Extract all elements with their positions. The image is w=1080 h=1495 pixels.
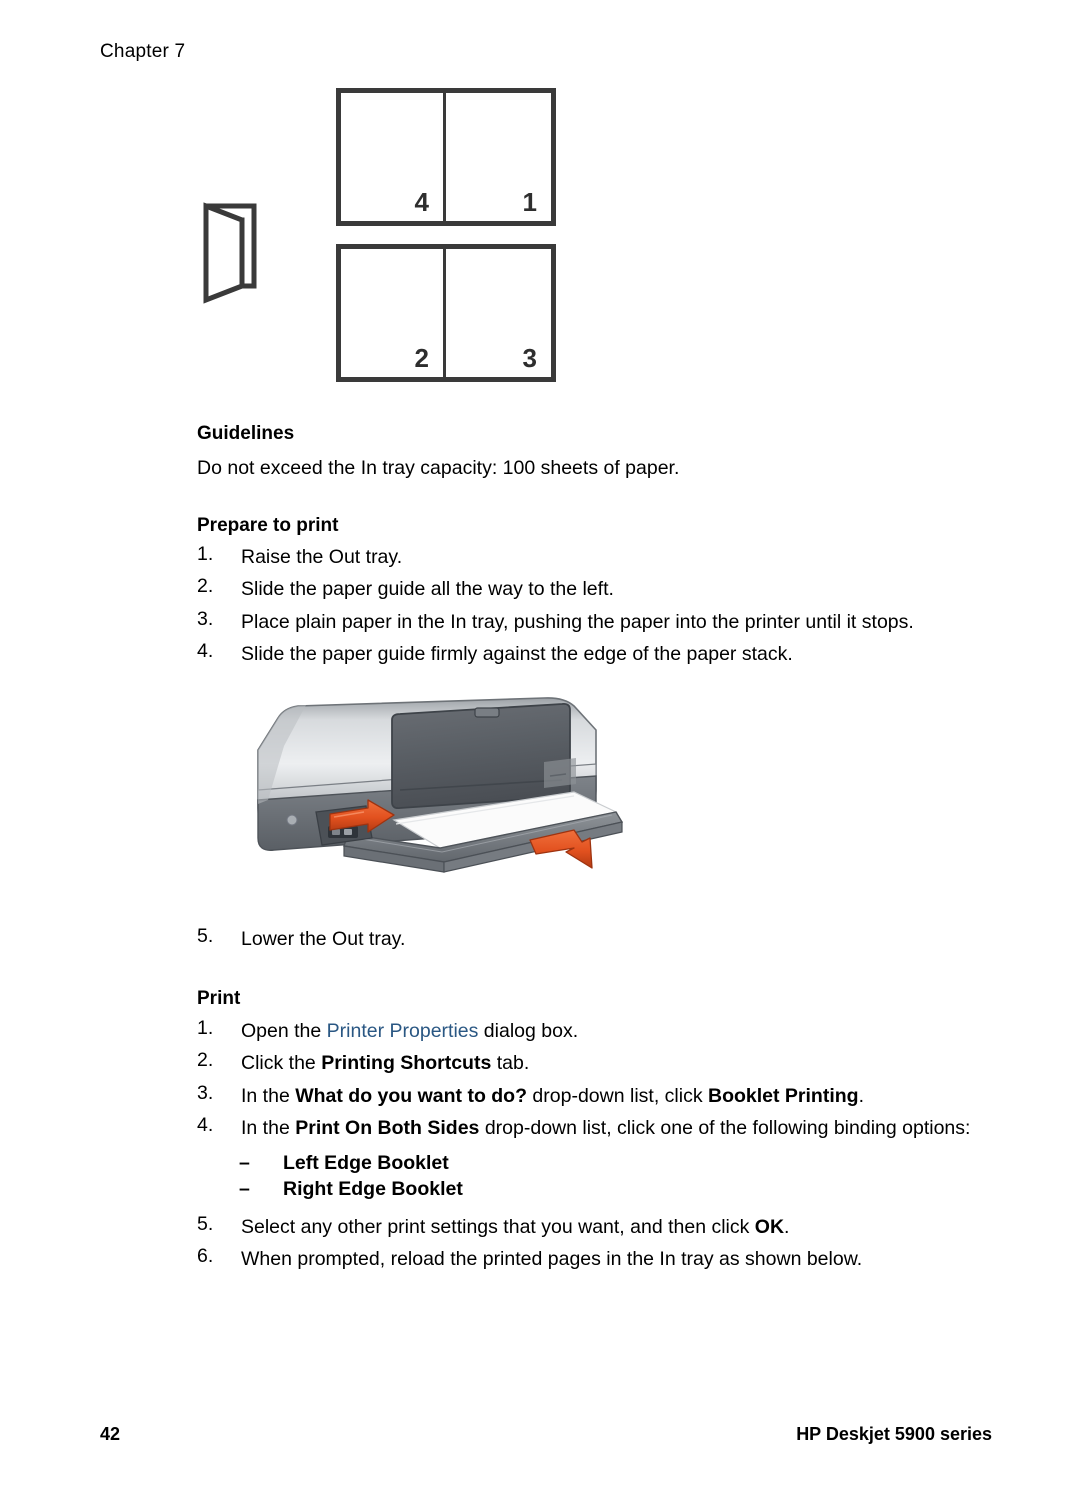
dash-bullet: –	[239, 1152, 250, 1175]
ui-label-what-do-you-want-to-do: What do you want to do?	[295, 1084, 528, 1107]
step-text-prefix: In the	[241, 1116, 296, 1139]
list-item: 5. Select any other print settings that …	[197, 1213, 987, 1241]
page-number-label: 3	[522, 343, 537, 373]
list-item: 6. When prompted, reload the printed pag…	[197, 1245, 987, 1273]
sheet-grid: 4 1 2 3	[336, 88, 556, 382]
footer-product-name: HP Deskjet 5900 series	[796, 1424, 992, 1444]
list-item: 3. In the What do you want to do? drop-d…	[197, 1082, 987, 1110]
ui-label-printing-shortcuts: Printing Shortcuts	[321, 1052, 492, 1075]
step-text: Select any other print settings that you…	[241, 1213, 987, 1241]
list-item: – Right Edge Booklet	[239, 1178, 987, 1201]
step-number: 4.	[197, 1113, 214, 1136]
step-text: Raise the Out tray.	[241, 546, 403, 568]
step-text-suffix: .	[784, 1216, 790, 1239]
dash-bullet: –	[239, 1178, 250, 1201]
page-number-label: 4	[414, 187, 429, 217]
list-item: 2. Click the Printing Shortcuts tab.	[197, 1049, 987, 1077]
binding-option-label: Left Edge Booklet	[283, 1152, 449, 1175]
step-text: Place plain paper in the In tray, pushin…	[241, 610, 914, 633]
chapter-running-head: Chapter 7	[100, 41, 186, 62]
prepare-to-print-heading: Prepare to print	[197, 515, 339, 536]
prepare-to-print-steps: 1. Raise the Out tray. 2. Slide the pape…	[197, 543, 987, 672]
step-text: Click the Printing Shortcuts tab.	[241, 1049, 987, 1077]
step-number: 5.	[197, 925, 214, 947]
binding-options-list: – Left Edge Booklet – Right Edge Booklet	[239, 1152, 987, 1201]
sheet-row: 4 1	[336, 88, 556, 226]
step-number: 3.	[197, 1081, 214, 1104]
printer-properties-link[interactable]: Printer Properties	[327, 1020, 479, 1042]
step-text: Slide the paper guide firmly against the…	[241, 642, 793, 665]
sheet-cell: 4	[341, 93, 446, 221]
list-item: 4. Slide the paper guide firmly against …	[197, 640, 987, 668]
list-item: 1. Open the Printer Properties dialog bo…	[197, 1017, 987, 1045]
list-item: 3. Place plain paper in the In tray, pus…	[197, 608, 987, 636]
step-number: 3.	[197, 607, 214, 630]
guidelines-heading: Guidelines	[197, 423, 295, 444]
step-number: 6.	[197, 1245, 214, 1268]
step-number: 1.	[197, 543, 214, 565]
list-item: 4. In the Print On Both Sides drop-down …	[197, 1114, 987, 1142]
step-text-prefix: In the	[241, 1084, 296, 1107]
step-text-suffix: tab.	[491, 1052, 530, 1075]
step-text-middle: drop-down list, click	[527, 1084, 708, 1107]
booklet-page-order-figure: 4 1 2 3	[196, 88, 566, 388]
step-text-suffix: dialog box.	[478, 1020, 579, 1042]
step-number: 5.	[197, 1213, 214, 1236]
print-heading: Print	[197, 988, 241, 1009]
step-text: In the What do you want to do? drop-down…	[241, 1082, 987, 1110]
page-number-label: 2	[414, 343, 429, 373]
step-text: When prompted, reload the printed pages …	[241, 1248, 863, 1271]
list-item: 1. Raise the Out tray.	[197, 543, 987, 571]
step-text: In the Print On Both Sides drop-down lis…	[241, 1114, 987, 1142]
print-steps: 1. Open the Printer Properties dialog bo…	[197, 1017, 987, 1278]
binding-option-label: Right Edge Booklet	[283, 1178, 463, 1201]
sheet-cell: 2	[341, 249, 446, 377]
guidelines-text: Do not exceed the In tray capacity: 100 …	[197, 457, 680, 479]
ui-label-booklet-printing: Booklet Printing	[708, 1084, 859, 1107]
step-number: 2.	[197, 575, 214, 598]
ui-label-ok: OK	[754, 1216, 785, 1239]
page-number-label: 1	[522, 187, 537, 217]
step-text-prefix: Open the	[241, 1020, 327, 1042]
ui-label-print-on-both-sides: Print On Both Sides	[295, 1116, 480, 1139]
sheet-row: 2 3	[336, 244, 556, 382]
step-text-prefix: Select any other print settings that you…	[241, 1216, 755, 1239]
document-page: Chapter 7 4 1 2 3 Guidelines Do not exce…	[0, 0, 1080, 1495]
step-number: 2.	[197, 1049, 214, 1072]
step-text: Lower the Out tray.	[241, 928, 406, 950]
sheet-cell: 3	[446, 249, 551, 377]
prepare-to-print-final-step: 5. Lower the Out tray.	[197, 925, 987, 957]
footer-page-number: 42	[100, 1424, 121, 1444]
sheet-cell: 1	[446, 93, 551, 221]
list-item: 5. Lower the Out tray.	[197, 925, 987, 953]
step-text: Open the Printer Properties dialog box.	[241, 1017, 987, 1045]
step-text-prefix: Click the	[241, 1052, 322, 1075]
folded-booklet-icon	[196, 198, 268, 308]
step-text: Slide the paper guide all the way to the…	[241, 578, 614, 601]
step-text-suffix: drop-down list, click one of the followi…	[479, 1116, 971, 1139]
step-number: 4.	[197, 639, 214, 662]
hp-deskjet-printer-illustration	[244, 672, 624, 892]
step-number: 1.	[197, 1017, 214, 1039]
step-text-suffix: .	[858, 1084, 865, 1107]
list-item: – Left Edge Booklet	[239, 1152, 987, 1175]
list-item: 2. Slide the paper guide all the way to …	[197, 575, 987, 603]
